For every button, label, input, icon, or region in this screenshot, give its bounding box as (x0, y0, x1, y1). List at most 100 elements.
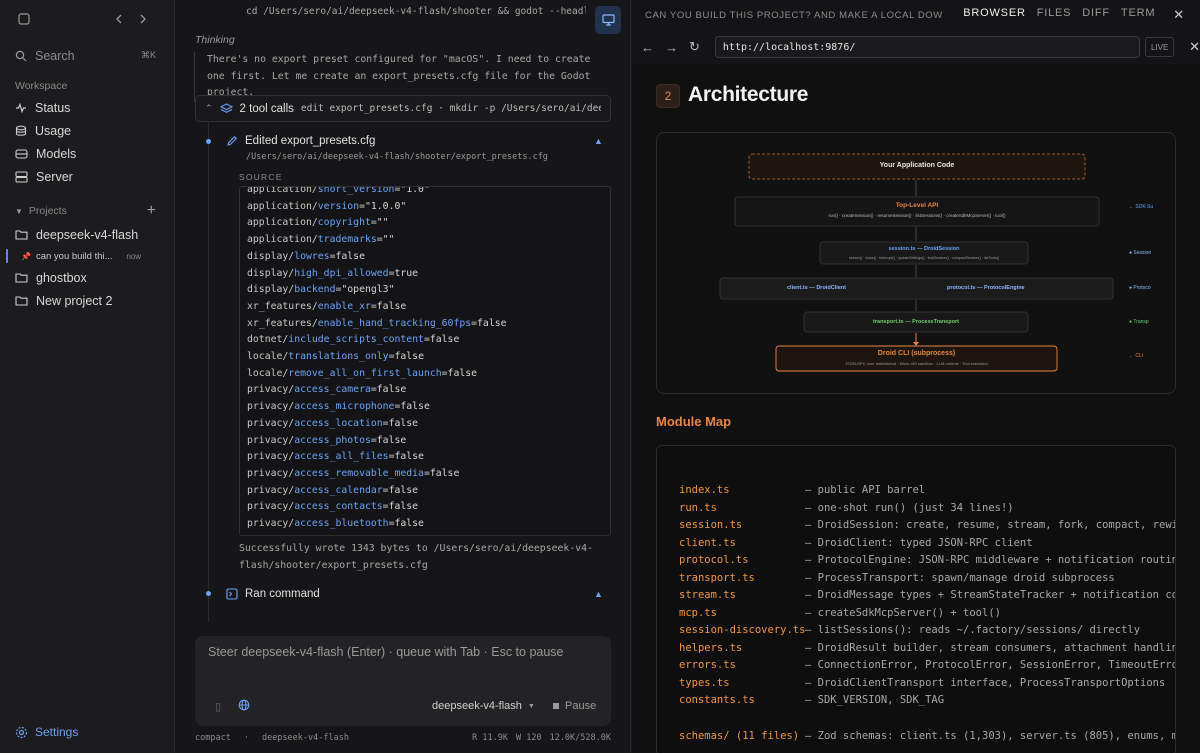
forward-arrow-icon[interactable] (138, 13, 148, 25)
tab-term[interactable]: TERM (1121, 7, 1155, 23)
code-value: =false (329, 250, 365, 262)
back-arrow-icon[interactable]: ← (641, 40, 654, 55)
module-map-block: index.ts — public API barrel run.ts — one-s… (656, 445, 1176, 753)
code-key: access_removable_media (294, 467, 424, 479)
sidebar: Search ⌘K Workspace Status Usage Models … (0, 0, 175, 753)
code-prefix: privacy/ (247, 518, 295, 530)
code-value: =false (423, 334, 460, 346)
module-row: constants.ts — SDK_VERSION, SDK_TAG (679, 694, 944, 706)
module-row: schemas/ (11 files) — Zod schemas: client… (679, 730, 1176, 742)
code-value: ="opengl3" (335, 284, 395, 296)
live-badge[interactable]: LIVE (1145, 37, 1175, 57)
code-prefix: privacy/ (247, 451, 295, 463)
url-input[interactable]: http://localhost:9876/ (714, 36, 1141, 58)
module-desc: — ConnectionError, ProtocolError, Sessio… (805, 659, 1176, 671)
diagram-app-code: Your Application Code (879, 162, 955, 169)
database-icon (15, 125, 27, 137)
code-key: access_calendar (294, 484, 383, 496)
code-key: enable_hand_tracking_60fps (317, 317, 472, 329)
code-value: =false (394, 401, 430, 413)
code-value: =false (471, 317, 507, 329)
browser-pane: CAN YOU BUILD THIS PROJECT? AND MAKE A L… (632, 0, 1200, 753)
project-item[interactable]: ghostbox (0, 266, 174, 289)
pause-button[interactable]: Pause (553, 700, 596, 712)
code-value: =false (370, 300, 407, 312)
diagram-session: session.ts — DroidSession (888, 246, 960, 252)
module-name: run.ts (679, 502, 717, 514)
close-icon[interactable]: ✕ (1173, 7, 1185, 23)
project-item[interactable]: New project 2 (0, 289, 174, 312)
model-selector[interactable]: deepseek-v4-flash ▼ (432, 700, 535, 712)
module-desc: — Zod schemas: client.ts (1,303), server… (805, 730, 1176, 742)
composer-input[interactable]: Steer deepseek-v4-flash (Enter) · queue … (208, 645, 564, 659)
sidebar-toolbar (0, 0, 174, 38)
code-line: dotnet/include_scripts_content=false (247, 332, 507, 349)
reload-icon[interactable]: ↻ (689, 39, 700, 55)
code-prefix: privacy/ (247, 401, 295, 413)
module-name: constants.ts (679, 694, 755, 706)
edited-file-path: /Users/sero/ai/deepseek-v4-flash/shooter… (246, 152, 548, 162)
collapse-icon[interactable]: ▲ (594, 589, 603, 599)
module-name: protocol.ts (679, 554, 749, 566)
module-desc: — listSessions(): reads ~/.factory/sessi… (805, 624, 1141, 636)
diagram-side-label: ● Session (1129, 250, 1152, 256)
ran-command-title[interactable]: Ran command (226, 588, 320, 600)
status-context: 12.0K/528.0K (549, 733, 611, 743)
command-line: cd /Users/sero/ai/deepseek-v4-flash/shoo… (246, 6, 586, 17)
settings-button[interactable]: Settings (15, 725, 78, 739)
globe-icon[interactable] (238, 699, 250, 711)
preview-toggle-button[interactable] (595, 6, 621, 34)
add-project-button[interactable]: + (147, 202, 156, 220)
module-map-title: Module Map (656, 414, 732, 429)
diagram-top-api: Top-Level API (895, 202, 939, 209)
thread-item-active[interactable]: 📌 can you build thi... now (0, 246, 174, 266)
search-icon (15, 50, 27, 62)
code-key: access_photos (294, 434, 371, 446)
back-arrow-icon[interactable] (114, 13, 124, 25)
code-line: xr_features/enable_hand_tracking_60fps=f… (247, 316, 507, 333)
code-prefix: application/ (247, 200, 318, 212)
code-prefix: application/ (247, 217, 318, 229)
code-line: application/version="1.0.0" (247, 199, 507, 216)
code-value: ="1.0.0" (359, 200, 407, 212)
module-row: stream.ts — DroidMessage types + StreamSt… (679, 589, 1176, 601)
browser-header: CAN YOU BUILD THIS PROJECT? AND MAKE A L… (632, 0, 1200, 30)
code-key: access_location (294, 417, 383, 429)
module-name: stream.ts (679, 589, 736, 601)
module-row: client.ts — DroidClient: typed JSON-RPC c… (679, 537, 1033, 549)
sidebar-item-models[interactable]: Models (0, 142, 174, 165)
diagram-client: client.ts — DroidClient (787, 285, 846, 291)
timeline-line (208, 122, 209, 622)
module-row: errors.ts — ConnectionError, ProtocolErro… (679, 659, 1176, 671)
tab-browser[interactable]: BROWSER (963, 7, 1025, 23)
code-key: enable_xr (317, 300, 371, 312)
tool-calls-toggle[interactable]: ⌃ 2 tool calls edit export_presets.cfg ·… (195, 95, 611, 122)
source-label: SOURCE (239, 172, 283, 182)
edited-file-title[interactable]: Edited export_presets.cfg (226, 135, 375, 147)
diagram-cli-sub: JSON-RPC over stdin/stdout · Micro-VM sa… (845, 361, 988, 366)
tab-files[interactable]: FILES (1037, 7, 1072, 23)
collapse-icon[interactable]: ▲ (594, 136, 603, 146)
folder-icon (15, 229, 28, 240)
close-icon[interactable]: ✕ (1189, 39, 1200, 55)
code-key: access_contacts (294, 501, 383, 513)
code-key: access_bluetooth (294, 518, 389, 530)
attach-icon[interactable]: ▯ (215, 700, 221, 713)
chevron-down-icon[interactable]: ▼ (15, 207, 23, 216)
panel-tabs: BROWSER FILES DIFF TERM ✕ (963, 7, 1185, 23)
code-prefix: privacy/ (247, 484, 295, 496)
composer[interactable]: Steer deepseek-v4-flash (Enter) · queue … (195, 636, 611, 726)
forward-arrow-icon[interactable]: → (665, 40, 678, 55)
sidebar-item-server[interactable]: Server (0, 165, 174, 188)
status-model: deepseek-v4-flash (261, 733, 349, 743)
project-label: ghostbox (36, 270, 87, 285)
sidebar-item-status[interactable]: Status (0, 96, 174, 119)
module-desc: — DroidMessage types + StreamStateTracke… (805, 589, 1176, 601)
sidebar-item-usage[interactable]: Usage (0, 119, 174, 142)
project-item[interactable]: deepseek-v4-flash (0, 223, 174, 246)
sidebar-search[interactable]: Search ⌘K (0, 44, 174, 67)
code-key: access_camera (294, 384, 371, 396)
code-key: version (317, 200, 360, 212)
toggle-sidebar-icon[interactable] (18, 13, 30, 25)
tab-diff[interactable]: DIFF (1082, 7, 1110, 23)
